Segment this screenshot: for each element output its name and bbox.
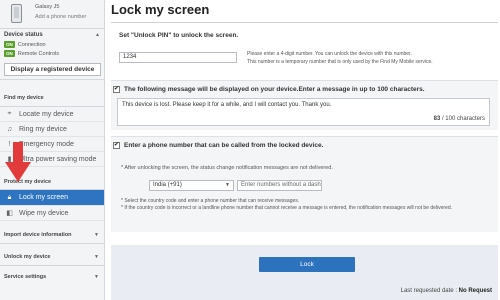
- phone-icon: [11, 4, 22, 23]
- last-requested: Last requested date : No Request: [401, 288, 492, 294]
- import-device-info-section[interactable]: Import device information: [4, 232, 72, 238]
- sidebar-item-locate[interactable]: ⌖ Locate my device: [0, 107, 104, 122]
- sidebar: Galaxy J5 Add a phone number Device stat…: [0, 0, 105, 300]
- device-status-title: Device status: [4, 32, 43, 38]
- character-counter: 83 / 100 characters: [434, 116, 485, 122]
- sidebar-item-label: Lock my screen: [19, 194, 69, 201]
- chevron-down-icon[interactable]: ▼: [94, 232, 99, 238]
- sidebar-item-wipe[interactable]: ◧ Wipe my device: [0, 206, 104, 221]
- phone-label: Enter a phone number that can be called …: [124, 142, 324, 149]
- last-requested-value: No Request: [458, 288, 492, 294]
- sidebar-item-ring[interactable]: ♫ Ring my device: [0, 122, 104, 137]
- divider: [0, 243, 104, 244]
- phone-hint-1: * Select the country code and enter a ph…: [121, 198, 300, 204]
- message-checkbox[interactable]: [113, 86, 120, 93]
- status-label: Connection: [17, 41, 46, 48]
- char-count: 83: [433, 116, 441, 122]
- find-my-device-title: Find my device: [4, 95, 44, 101]
- phone-checkbox[interactable]: [113, 142, 120, 149]
- country-code-select[interactable]: India (+91) ▼: [149, 180, 234, 191]
- main-content: Lock my screen Set "Unlock PIN" to unloc…: [106, 0, 500, 300]
- status-label: Remote Controls: [17, 50, 60, 57]
- service-settings-section[interactable]: Service settings: [4, 274, 46, 280]
- eraser-icon: ◧: [6, 210, 13, 217]
- chevron-down-icon: ▼: [225, 182, 230, 188]
- status-connection: ON Connection: [4, 41, 46, 48]
- sidebar-item-label: Locate my device: [19, 110, 74, 118]
- lock-button[interactable]: Lock: [259, 257, 355, 272]
- message-label: The following message will be displayed …: [124, 86, 425, 93]
- sidebar-item-label: Wipe my device: [19, 209, 69, 217]
- char-max: / 100 characters: [441, 116, 485, 122]
- pin-input[interactable]: 1234: [119, 52, 237, 63]
- phone-note: * After unlocking the screen, the status…: [121, 165, 333, 171]
- status-on-badge: ON: [4, 41, 15, 48]
- phone-placeholder: Enter numbers without a dash: [241, 182, 321, 188]
- phone-section: Enter a phone number that can be called …: [111, 136, 498, 232]
- bell-icon: ♫: [6, 125, 13, 133]
- last-requested-label: Last requested date :: [400, 288, 457, 294]
- phone-number-input[interactable]: Enter numbers without a dash: [237, 180, 322, 191]
- country-code-value: India (+91): [153, 182, 182, 188]
- pin-hint-2: This number is a temporary number that i…: [247, 59, 433, 65]
- add-phone-link[interactable]: Add a phone number: [35, 14, 86, 20]
- pin-icon: ⌖: [7, 110, 12, 117]
- device-name: Galaxy J5: [35, 4, 60, 10]
- divider: [0, 265, 104, 266]
- title-divider: [111, 22, 498, 23]
- device-status-panel: Device status ▲ ON Connection ON Remote …: [0, 28, 104, 80]
- phone-hint-2: * If the country code is incorrect or a …: [121, 205, 453, 211]
- chevron-up-icon[interactable]: ▲: [95, 32, 100, 38]
- sidebar-item-label: Ring my device: [19, 125, 67, 133]
- lock-icon: 🔒︎: [7, 193, 12, 201]
- status-remote-controls: ON Remote Controls: [4, 50, 59, 57]
- pin-section: Set "Unlock PIN" to unlock the screen. 1…: [111, 28, 498, 74]
- message-text: This device is lost. Please keep it for …: [122, 102, 332, 108]
- pin-label: Set "Unlock PIN" to unlock the screen.: [119, 32, 239, 39]
- device-header[interactable]: Galaxy J5 Add a phone number: [0, 0, 104, 27]
- display-registered-device-button[interactable]: Display a registered device: [4, 63, 101, 76]
- page-title: Lock my screen: [111, 2, 210, 17]
- red-arrow-icon: [5, 142, 31, 182]
- chevron-down-icon[interactable]: ▼: [94, 274, 99, 280]
- chevron-down-icon[interactable]: ▼: [94, 254, 99, 260]
- action-footer: Lock Last requested date : No Request: [111, 245, 498, 300]
- status-on-badge: ON: [4, 50, 15, 57]
- pin-hint-1: Please enter a 4-digit number. You can u…: [247, 51, 412, 57]
- sidebar-item-lock-screen[interactable]: 🔒︎ Lock my screen: [0, 190, 104, 206]
- unlock-my-device-section[interactable]: Unlock my device: [4, 254, 50, 260]
- message-textarea[interactable]: This device is lost. Please keep it for …: [117, 98, 490, 126]
